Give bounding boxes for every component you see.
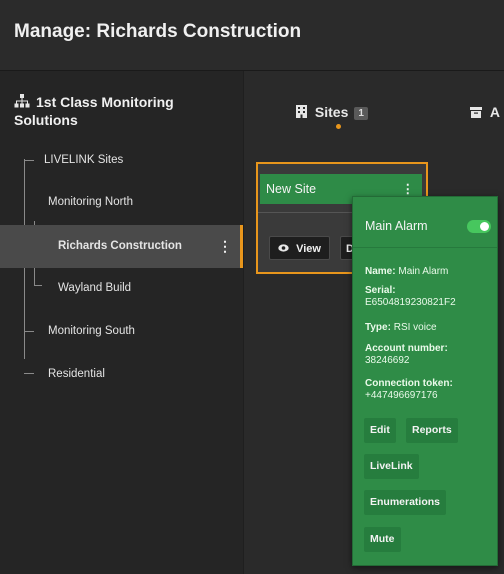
divider [353,247,497,248]
tree-item-monitoring-south[interactable]: Monitoring South [0,320,243,342]
archive-icon [470,104,486,120]
edit-button[interactable]: Edit [364,418,396,443]
tree-item-label: Residential [48,368,105,380]
tab-sites[interactable]: Sites 1 [296,104,368,120]
alarm-title: Main Alarm [365,219,428,233]
page-title: Manage: Richards Construction [14,21,302,42]
view-label: View [296,243,321,255]
site-name: New Site [266,182,317,196]
count-badge: 1 [354,107,368,120]
active-tab-indicator [336,124,341,129]
tab-label: A [489,104,501,120]
mute-button[interactable]: Mute [364,527,401,552]
reports-button[interactable]: Reports [406,418,458,443]
org-name: 1st Class Monitoring Solutions [14,94,174,128]
tree-item-label: LIVELINK Sites [44,154,124,166]
tree-item-wayland-build[interactable]: Wayland Build [0,277,243,299]
tree-item-label: Wayland Build [58,282,132,294]
tree-item-richards-construction[interactable]: Richards Construction ⋮ [0,225,243,268]
tree-item-label: Richards Construction [58,240,182,252]
tree-item-residential[interactable]: Residential [0,363,243,385]
livelink-button[interactable]: LiveLink [364,454,419,479]
view-button[interactable]: View [269,236,330,260]
field-type: Type: RSI voice [365,322,437,333]
tab-label: Sites [314,104,349,120]
field-connection-token: Connection token: +447496697176 [365,378,453,401]
org-title[interactable]: 1st Class Monitoring Solutions [14,93,229,129]
tree-item-label: Monitoring North [48,196,134,208]
field-account-number: Account number: 38246692 [365,343,448,366]
page-header: Manage: Richards Construction [0,0,504,71]
tree-item-label: Monitoring South [48,325,135,337]
eye-icon [278,243,292,255]
enumerations-button[interactable]: Enumerations [364,490,447,515]
kebab-menu-icon[interactable]: ⋮ [218,225,232,268]
sitemap-icon [14,94,30,108]
field-name: Name: Main Alarm [365,266,449,277]
building-icon [296,104,311,120]
alarm-popup: Main Alarm Name: Main Alarm Serial: E6504… [352,196,498,566]
tree-item-monitoring-north[interactable]: Monitoring North [0,191,243,213]
tree-item-livelink-sites[interactable]: LIVELINK Sites [0,149,243,171]
alarm-enabled-toggle[interactable] [467,220,491,233]
sidebar: 1st Class Monitoring Solutions LIVELINK … [0,71,244,574]
field-serial: Serial: E6504819230821F2 [365,285,456,308]
tab-archive[interactable]: A [470,104,500,120]
